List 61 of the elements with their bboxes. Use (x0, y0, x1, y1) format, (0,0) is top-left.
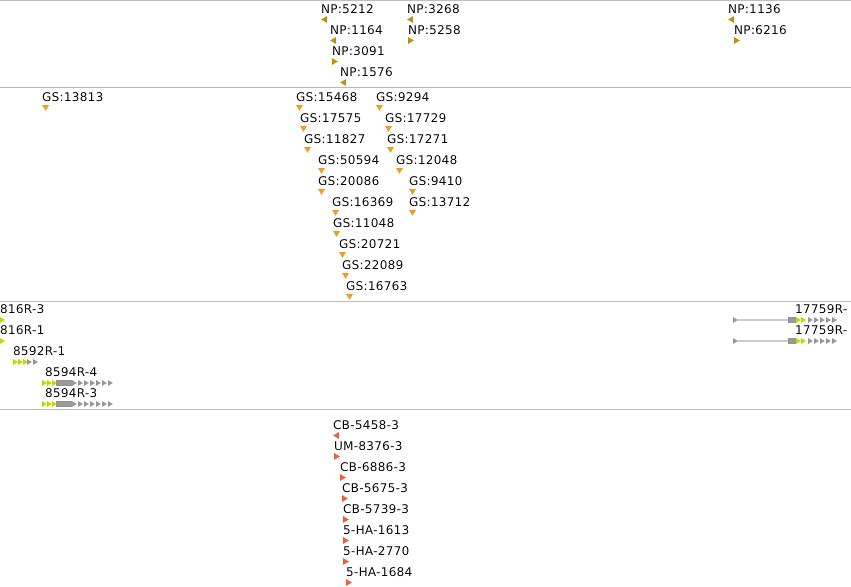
feature-label: 816R-1 (0, 324, 45, 337)
down-triangle-icon (409, 189, 416, 195)
feature-label: GS:11827 (304, 133, 366, 146)
down-triangle-icon (304, 147, 311, 153)
feature-label: GS:20721 (339, 238, 401, 251)
feature-label: 17759R- (795, 324, 848, 337)
down-triangle-icon (385, 126, 392, 132)
down-triangle-icon (296, 105, 303, 111)
feature-label: NP:5212 (321, 3, 374, 16)
down-triangle-icon (333, 231, 340, 237)
feature-label: 5-HA-1684 (346, 566, 413, 579)
feature-label: NP:6216 (734, 24, 787, 37)
feature-label: NP:3268 (407, 3, 460, 16)
down-triangle-icon (376, 105, 383, 111)
feature-label: GS:17271 (387, 133, 449, 146)
down-triangle-icon (346, 294, 353, 300)
feature-label: 8592R-1 (13, 345, 66, 358)
feature-label: GS:22089 (342, 259, 404, 272)
feature-label: 5-HA-2770 (343, 545, 410, 558)
down-triangle-icon (42, 105, 49, 111)
feature-label: NP:3091 (332, 45, 385, 58)
feature-label: GS:15468 (296, 91, 358, 104)
feature-label: GS:16763 (346, 280, 408, 293)
feature-label: GS:9410 (409, 175, 463, 188)
feature-label: GS:17575 (300, 112, 362, 125)
feature-label: GS:13813 (42, 91, 104, 104)
gene-model-drawing (0, 337, 5, 345)
gene-model-drawing (0, 316, 5, 324)
down-triangle-icon (409, 210, 416, 216)
feature-label: CB-5458-3 (333, 419, 400, 432)
feature-label: 8594R-3 (45, 387, 98, 400)
feature-label: GS:9294 (376, 91, 430, 104)
feature-label: GS:13712 (409, 196, 471, 209)
feature-label: GS:12048 (396, 154, 458, 167)
feature-label: 8594R-4 (45, 366, 98, 379)
feature-label: CB-5675-3 (342, 482, 408, 495)
feature-label: GS:50594 (318, 154, 380, 167)
feature-label: 816R-3 (0, 303, 45, 316)
feature-label: GS:17729 (385, 112, 447, 125)
down-triangle-icon (342, 273, 349, 279)
down-triangle-icon (332, 210, 339, 216)
feature-label: NP:1136 (728, 3, 781, 16)
down-triangle-icon (396, 168, 403, 174)
feature-label: NP:1576 (340, 66, 393, 79)
feature-label: NP:5258 (408, 24, 461, 37)
gene-model-drawing (42, 379, 113, 387)
feature-label: CB-5739-3 (343, 503, 410, 516)
gene-model-drawing (42, 400, 113, 408)
down-triangle-icon (387, 147, 394, 153)
feature-label: UM-8376-3 (334, 440, 403, 453)
down-triangle-icon (300, 126, 307, 132)
feature-label: 5-HA-1613 (343, 524, 410, 537)
feature-label: NP:1164 (330, 24, 383, 37)
feature-label: GS:11048 (333, 217, 395, 230)
feature-label: GS:20086 (318, 175, 380, 188)
feature-label: CB-6886-3 (340, 461, 406, 474)
feature-label: 17759R- (795, 303, 848, 316)
down-triangle-icon (318, 189, 325, 195)
down-triangle-icon (339, 252, 346, 258)
feature-label: GS:16369 (332, 196, 394, 209)
down-triangle-icon (318, 168, 325, 174)
